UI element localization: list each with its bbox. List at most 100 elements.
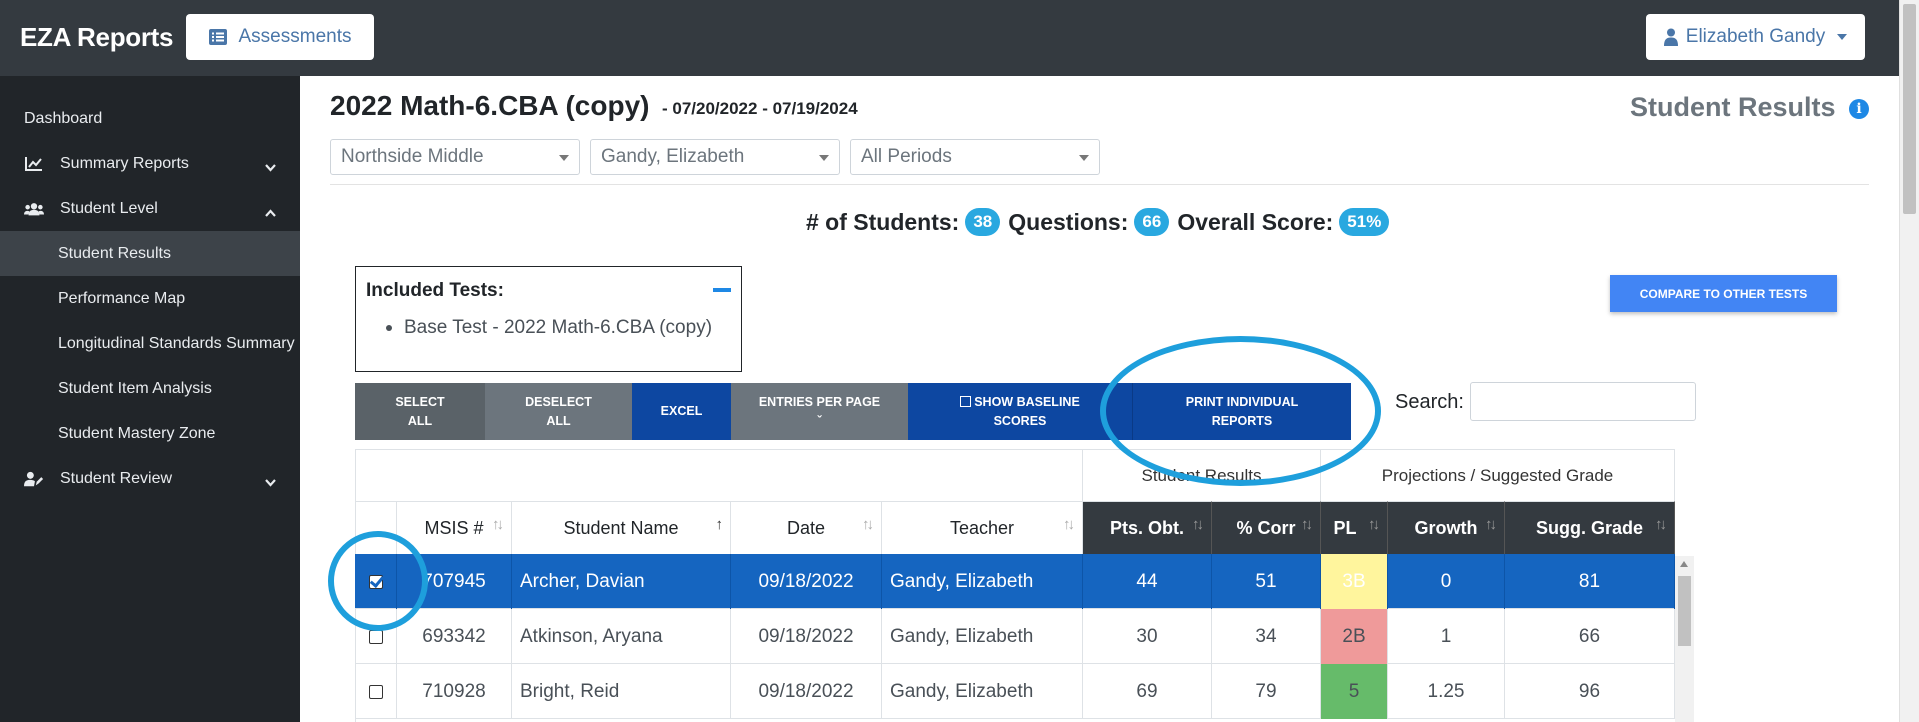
row-checkbox-cell [355,664,397,719]
button-label: REPORTS [1211,413,1273,428]
brand-logo[interactable]: EZA Reports [20,22,174,53]
button-label: SELECT [395,394,445,409]
column-header-student-name[interactable]: Student Name ↑ [512,501,731,554]
excel-button[interactable]: EXCEL [632,383,731,440]
sidebar-item-student-results[interactable]: Student Results [0,231,300,276]
column-label: Teacher [949,517,1015,538]
scrollbar-thumb[interactable] [1678,576,1691,646]
sidebar-item-label: Summary Reports [60,154,189,172]
dropdown-arrow-icon [819,155,829,161]
show-baseline-scores-button[interactable]: SHOW BASELINE SCORES [908,383,1132,440]
sort-icon: ↑↓ [492,516,504,533]
sort-icon: ↑↓ [862,516,874,533]
included-tests-panel: Included Tests: Base Test - 2022 Math-6.… [355,266,742,372]
questions-count-badge: 66 [1134,208,1170,236]
sidebar-item-longitudinal-standards-summary[interactable]: Longitudinal Standards Summary [0,321,300,366]
row-checkbox-cell [355,609,397,664]
scrollbar-thumb[interactable] [1903,4,1916,214]
user-menu-button[interactable]: Elizabeth Gandy [1646,14,1865,60]
row-checkbox[interactable] [368,574,383,589]
sort-icon: ↑↓ [1655,516,1667,533]
table-row[interactable]: 710928 Bright, Reid 09/18/2022 Gandy, El… [355,664,1675,719]
button-label: SHOW BASELINE [974,394,1080,409]
compare-to-other-tests-button[interactable]: COMPARE TO OTHER TESTS [1610,275,1837,312]
page-scrollbar[interactable] [1899,0,1919,722]
sidebar-item-student-review[interactable]: Student Review [0,456,300,501]
school-select[interactable]: Northside Middle [330,139,580,175]
select-all-button[interactable]: SELECT ALL [355,383,485,440]
teacher-select[interactable]: Gandy, Elizabeth [590,139,840,175]
pts-obt-cell: 44 [1083,554,1212,609]
included-tests-heading: Included Tests: [366,280,504,301]
button-label: DESELECT [525,394,592,409]
info-icon[interactable]: i [1849,99,1869,119]
divider [330,184,1869,185]
row-checkbox[interactable] [368,684,383,699]
column-label: Student Name [563,517,679,538]
school-select-value: Northside Middle [341,146,484,167]
entries-per-page-button[interactable]: ENTRIES PER PAGE ˇ [731,383,908,440]
deselect-all-button[interactable]: DESELECT ALL [485,383,632,440]
sidebar-item-label: Student Mastery Zone [58,424,216,442]
column-header-date[interactable]: Date ↑↓ [731,501,882,554]
dropdown-arrow-icon [559,155,569,161]
msis-cell: 693342 [397,609,512,664]
button-label: SCORES [993,413,1047,428]
student-name-cell[interactable]: Archer, Davian [512,554,731,609]
column-header-sugg-grade[interactable]: Sugg. Grade ↑↓ [1505,501,1675,554]
student-name-cell[interactable]: Bright, Reid [512,664,731,719]
overall-score-badge: 51% [1339,208,1390,236]
search-input[interactable] [1470,382,1696,421]
students-label: # of Students: [806,208,960,235]
pct-corr-cell: 79 [1212,664,1321,719]
msis-cell: 707945 [397,554,512,609]
column-header-pts-obt[interactable]: Pts. Obt. ↑↓ [1083,501,1212,554]
assessments-button[interactable]: Assessments [186,14,374,60]
pct-corr-cell: 34 [1212,609,1321,664]
button-label: EXCEL [660,404,703,418]
column-header-pl[interactable]: PL ↑↓ [1321,501,1388,554]
pct-corr-cell: 51 [1212,554,1321,609]
sidebar-item-dashboard[interactable]: Dashboard [0,96,300,141]
sort-icon: ↑↓ [1301,516,1313,533]
sidebar-item-performance-map[interactable]: Performance Map [0,276,300,321]
sidebar-item-label: Student Review [60,469,173,487]
summary-stats: # of Students: 38 Questions: 66 Overall … [806,208,1397,236]
sidebar-item-label: Student Item Analysis [58,379,212,397]
pl-cell: 2B [1321,609,1388,664]
print-individual-reports-button[interactable]: PRINT INDIVIDUAL REPORTS [1132,383,1351,440]
sort-icon: ↑↓ [1368,516,1380,533]
table-row[interactable]: 693342 Atkinson, Aryana 09/18/2022 Gandy… [355,609,1675,664]
sidebar-item-label: Longitudinal Standards Summary [58,334,295,352]
collapse-icon[interactable] [713,288,731,292]
row-checkbox[interactable] [368,629,383,644]
table-row[interactable]: 707945 Archer, Davian 09/18/2022 Gandy, … [355,554,1675,609]
column-header-growth[interactable]: Growth ↑↓ [1388,501,1505,554]
page-title: 2022 Math-6.CBA (copy) [330,90,650,121]
period-select[interactable]: All Periods [850,139,1100,175]
sidebar-item-student-mastery-zone[interactable]: Student Mastery Zone [0,411,300,456]
table-group-header-projections: Projections / Suggested Grade [1321,449,1675,501]
checkbox-icon [960,395,972,407]
table-scrollbar[interactable] [1675,556,1694,722]
sidebar-item-summary-reports[interactable]: Summary Reports [0,141,300,186]
date-cell: 09/18/2022 [731,554,882,609]
growth-cell: 1.25 [1388,664,1505,719]
column-header-pct-corr[interactable]: % Corr ↑↓ [1212,501,1321,554]
table-group-header-results: Student Results [1083,449,1321,501]
scroll-up-arrow-icon[interactable] [1680,561,1688,567]
button-label: ALL [407,413,433,428]
column-label: Date [786,517,826,538]
pl-cell: 5 [1321,664,1388,719]
sidebar-item-student-level[interactable]: Student Level [0,186,300,231]
sugg-grade-cell: 81 [1505,554,1675,609]
questions-label: Questions: [1008,208,1129,235]
search-label: Search: [1395,391,1464,413]
user-name: Elizabeth Gandy [1685,26,1826,47]
column-header-teacher[interactable]: Teacher ↑↓ [882,501,1083,554]
column-label: PL [1333,517,1357,538]
column-header-msis[interactable]: MSIS # ↑↓ [397,501,512,554]
chevron-down-icon [265,159,276,177]
student-name-cell[interactable]: Atkinson, Aryana [512,609,731,664]
sidebar-item-student-item-analysis[interactable]: Student Item Analysis [0,366,300,411]
